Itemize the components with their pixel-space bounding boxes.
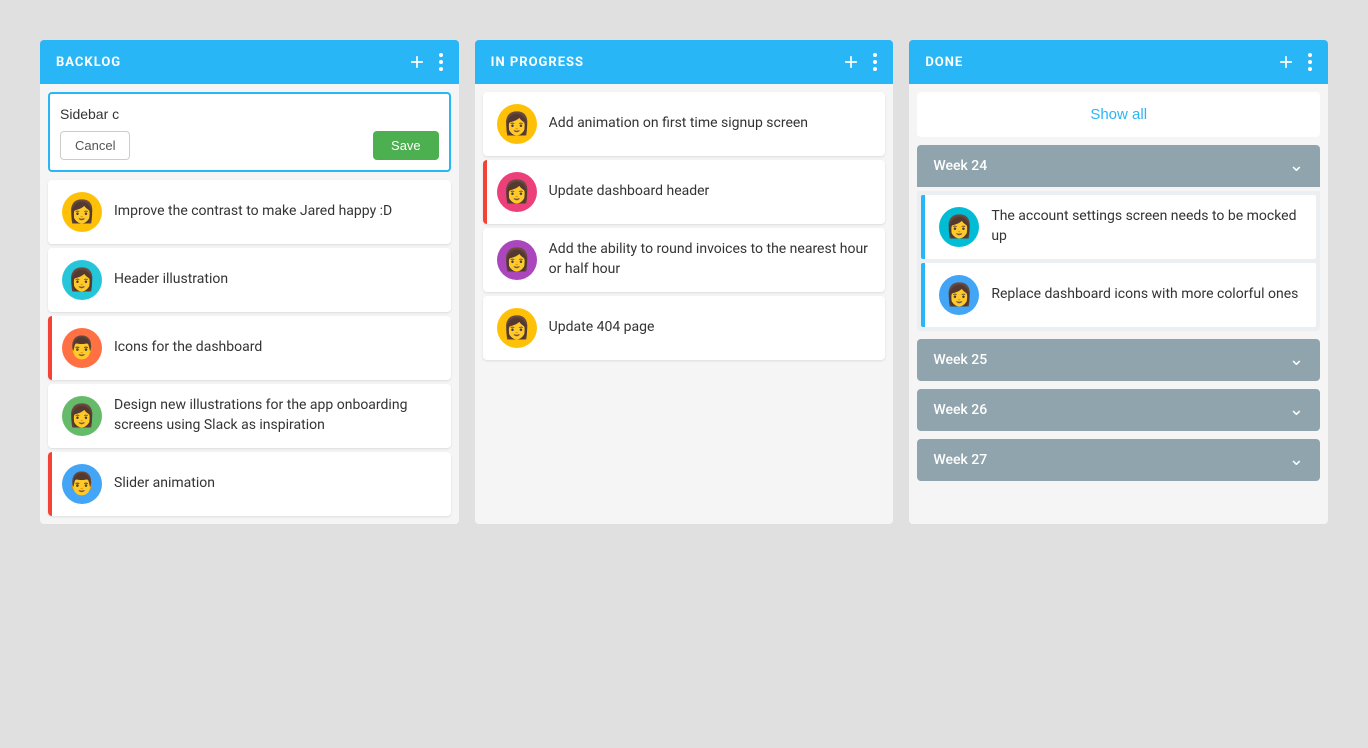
add-card-backlog-button[interactable] — [407, 52, 427, 72]
avatar-face-dc2: 👩 — [946, 283, 973, 308]
column-inprogress: IN PROGRESS 👩 Add animation on first tim… — [475, 40, 894, 524]
cancel-new-card-button[interactable]: Cancel — [60, 131, 130, 160]
done-card-text-dc1: The account settings screen needs to be … — [991, 207, 1302, 246]
week-24-label: Week 24 — [933, 158, 987, 174]
avatar-face-ip1: 👩 — [503, 112, 530, 137]
column-header-done: DONE — [909, 40, 1328, 84]
chevron-down-icon-week27: ⌄ — [1289, 451, 1304, 469]
avatar-card-ip3: 👩 — [497, 240, 537, 280]
card-text-bc2: Header illustration — [114, 270, 228, 290]
card-round-invoices[interactable]: 👩 Add the ability to round invoices to t… — [483, 228, 886, 292]
vertical-dots-icon-inprogress — [873, 53, 877, 71]
vertical-dots-icon-backlog — [439, 53, 443, 71]
avatar-face-bc1: 👩 — [68, 200, 95, 225]
inprogress-header-actions — [841, 52, 877, 72]
avatar-card-ip2: 👩 — [497, 172, 537, 212]
new-card-input-area: Cancel Save — [48, 92, 451, 172]
more-options-inprogress-button[interactable] — [873, 53, 877, 71]
week-row-25[interactable]: Week 25 ⌄ — [917, 339, 1320, 381]
card-icons-dashboard[interactable]: 👨 Icons for the dashboard — [48, 316, 451, 380]
card-text-bc4: Design new illustrations for the app onb… — [114, 396, 437, 435]
done-card-text-dc2: Replace dashboard icons with more colorf… — [991, 285, 1298, 305]
week-26-label: Week 26 — [933, 402, 987, 418]
done-body: Show all Week 24 ⌄ 👩 The account setting… — [909, 84, 1328, 524]
avatar-card-bc5: 👨 — [62, 464, 102, 504]
card-header-illustration[interactable]: 👩 Header illustration — [48, 248, 451, 312]
column-header-inprogress: IN PROGRESS — [475, 40, 894, 84]
backlog-body: Cancel Save 👩 Improve the contrast to ma… — [40, 84, 459, 524]
inprogress-body: 👩 Add animation on first time signup scr… — [475, 84, 894, 524]
save-new-card-button[interactable]: Save — [373, 131, 439, 160]
avatar-card-bc2: 👩 — [62, 260, 102, 300]
card-add-animation[interactable]: 👩 Add animation on first time signup scr… — [483, 92, 886, 156]
card-slider-animation[interactable]: 👨 Slider animation — [48, 452, 451, 516]
card-update-dashboard-header[interactable]: 👩 Update dashboard header — [483, 160, 886, 224]
chevron-down-icon-week24: ⌄ — [1289, 157, 1304, 175]
avatar-face-bc5: 👨 — [68, 472, 95, 497]
done-card-replace-icons[interactable]: 👩 Replace dashboard icons with more colo… — [921, 263, 1316, 327]
column-done: DONE Show all Week 24 ⌄ — [909, 40, 1328, 524]
column-title-inprogress: IN PROGRESS — [491, 55, 584, 70]
show-all-button[interactable]: Show all — [917, 92, 1320, 137]
card-text-ip4: Update 404 page — [549, 318, 655, 338]
card-improve-contrast[interactable]: 👩 Improve the contrast to make Jared hap… — [48, 180, 451, 244]
week-27-label: Week 27 — [933, 452, 987, 468]
week-row-26[interactable]: Week 26 ⌄ — [917, 389, 1320, 431]
card-text-bc3: Icons for the dashboard — [114, 338, 262, 358]
vertical-dots-icon-done — [1308, 53, 1312, 71]
add-card-done-button[interactable] — [1276, 52, 1296, 72]
column-header-backlog: BACKLOG — [40, 40, 459, 84]
avatar-card-bc1: 👩 — [62, 192, 102, 232]
card-design-illustrations[interactable]: 👩 Design new illustrations for the app o… — [48, 384, 451, 448]
done-header-actions — [1276, 52, 1312, 72]
avatar-face-bc2: 👩 — [68, 268, 95, 293]
backlog-header-actions — [407, 52, 443, 72]
done-card-account-settings[interactable]: 👩 The account settings screen needs to b… — [921, 195, 1316, 259]
card-text-bc5: Slider animation — [114, 474, 215, 494]
new-card-text-input[interactable] — [60, 106, 439, 122]
week-25-label: Week 25 — [933, 352, 987, 368]
column-title-done: DONE — [925, 55, 963, 70]
avatar-face-bc3: 👨 — [68, 336, 95, 361]
card-text-bc1: Improve the contrast to make Jared happy… — [114, 202, 392, 222]
kanban-board: BACKLOG Cancel Save — [20, 20, 1348, 544]
more-options-backlog-button[interactable] — [439, 53, 443, 71]
avatar-done-dc1: 👩 — [939, 207, 979, 247]
card-text-ip2: Update dashboard header — [549, 182, 710, 202]
card-text-ip3: Add the ability to round invoices to the… — [549, 240, 872, 279]
column-title-backlog: BACKLOG — [56, 55, 121, 70]
card-update-404[interactable]: 👩 Update 404 page — [483, 296, 886, 360]
avatar-face-ip3: 👩 — [503, 248, 530, 273]
new-card-action-buttons: Cancel Save — [60, 131, 439, 160]
week-row-27[interactable]: Week 27 ⌄ — [917, 439, 1320, 481]
avatar-face-dc1: 👩 — [946, 215, 973, 240]
avatar-done-dc2: 👩 — [939, 275, 979, 315]
add-card-inprogress-button[interactable] — [841, 52, 861, 72]
column-backlog: BACKLOG Cancel Save — [40, 40, 459, 524]
avatar-face-ip4: 👩 — [503, 316, 530, 341]
avatar-face-ip2: 👩 — [503, 180, 530, 205]
chevron-down-icon-week25: ⌄ — [1289, 351, 1304, 369]
avatar-card-bc3: 👨 — [62, 328, 102, 368]
chevron-down-icon-week26: ⌄ — [1289, 401, 1304, 419]
week-row-24[interactable]: Week 24 ⌄ — [917, 145, 1320, 187]
card-text-ip1: Add animation on first time signup scree… — [549, 114, 808, 134]
more-options-done-button[interactable] — [1308, 53, 1312, 71]
avatar-face-bc4: 👩 — [68, 404, 95, 429]
avatar-card-ip4: 👩 — [497, 308, 537, 348]
avatar-card-bc4: 👩 — [62, 396, 102, 436]
avatar-card-ip1: 👩 — [497, 104, 537, 144]
week-24-cards: 👩 The account settings screen needs to b… — [917, 191, 1320, 331]
